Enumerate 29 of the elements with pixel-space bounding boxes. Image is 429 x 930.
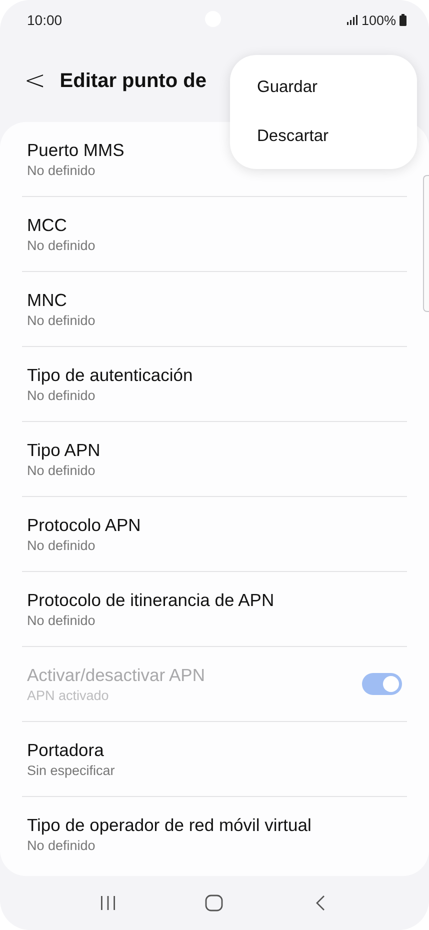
setting-title[interactable]: Tipo APN [27, 438, 100, 462]
setting-title[interactable]: Portadora [27, 738, 115, 762]
setting-title[interactable]: Protocolo de itinerancia de APN [27, 588, 274, 612]
page-title: Editar punto de [60, 70, 206, 92]
setting-value: No definido [27, 387, 96, 405]
signal-icon [346, 15, 358, 25]
setting-value: No definido [27, 312, 96, 330]
setting-value: APN activado [27, 687, 110, 705]
battery-level: 100% [361, 12, 396, 28]
menu-item[interactable]: Guardar [230, 66, 417, 109]
setting-title: Activar/desactivar APN [27, 664, 205, 687]
setting-title[interactable]: Tipo de autenticación [27, 363, 193, 387]
setting-title[interactable]: Protocolo APN [27, 513, 141, 537]
setting-title[interactable]: MNC [27, 288, 96, 312]
setting-value: No definido [27, 837, 96, 855]
setting-title[interactable]: MCC [27, 213, 96, 237]
setting-title[interactable]: Tipo de operador de red móvil virtual [27, 813, 312, 837]
back-button[interactable]: < [20, 66, 50, 96]
battery-icon [399, 14, 407, 26]
home-icon [204, 894, 224, 912]
clock-time: 10:00 [27, 12, 62, 28]
setting-value: Sin especificar [27, 762, 115, 780]
setting-value: No definido [27, 237, 96, 255]
setting-value: No definido [27, 462, 96, 480]
setting-value: No definido [27, 537, 96, 555]
menu-item[interactable]: Descartar [230, 115, 417, 158]
setting-title[interactable]: Puerto MMS [27, 138, 124, 162]
setting-value: No definido [27, 162, 96, 180]
setting-value: No definido [27, 612, 96, 630]
